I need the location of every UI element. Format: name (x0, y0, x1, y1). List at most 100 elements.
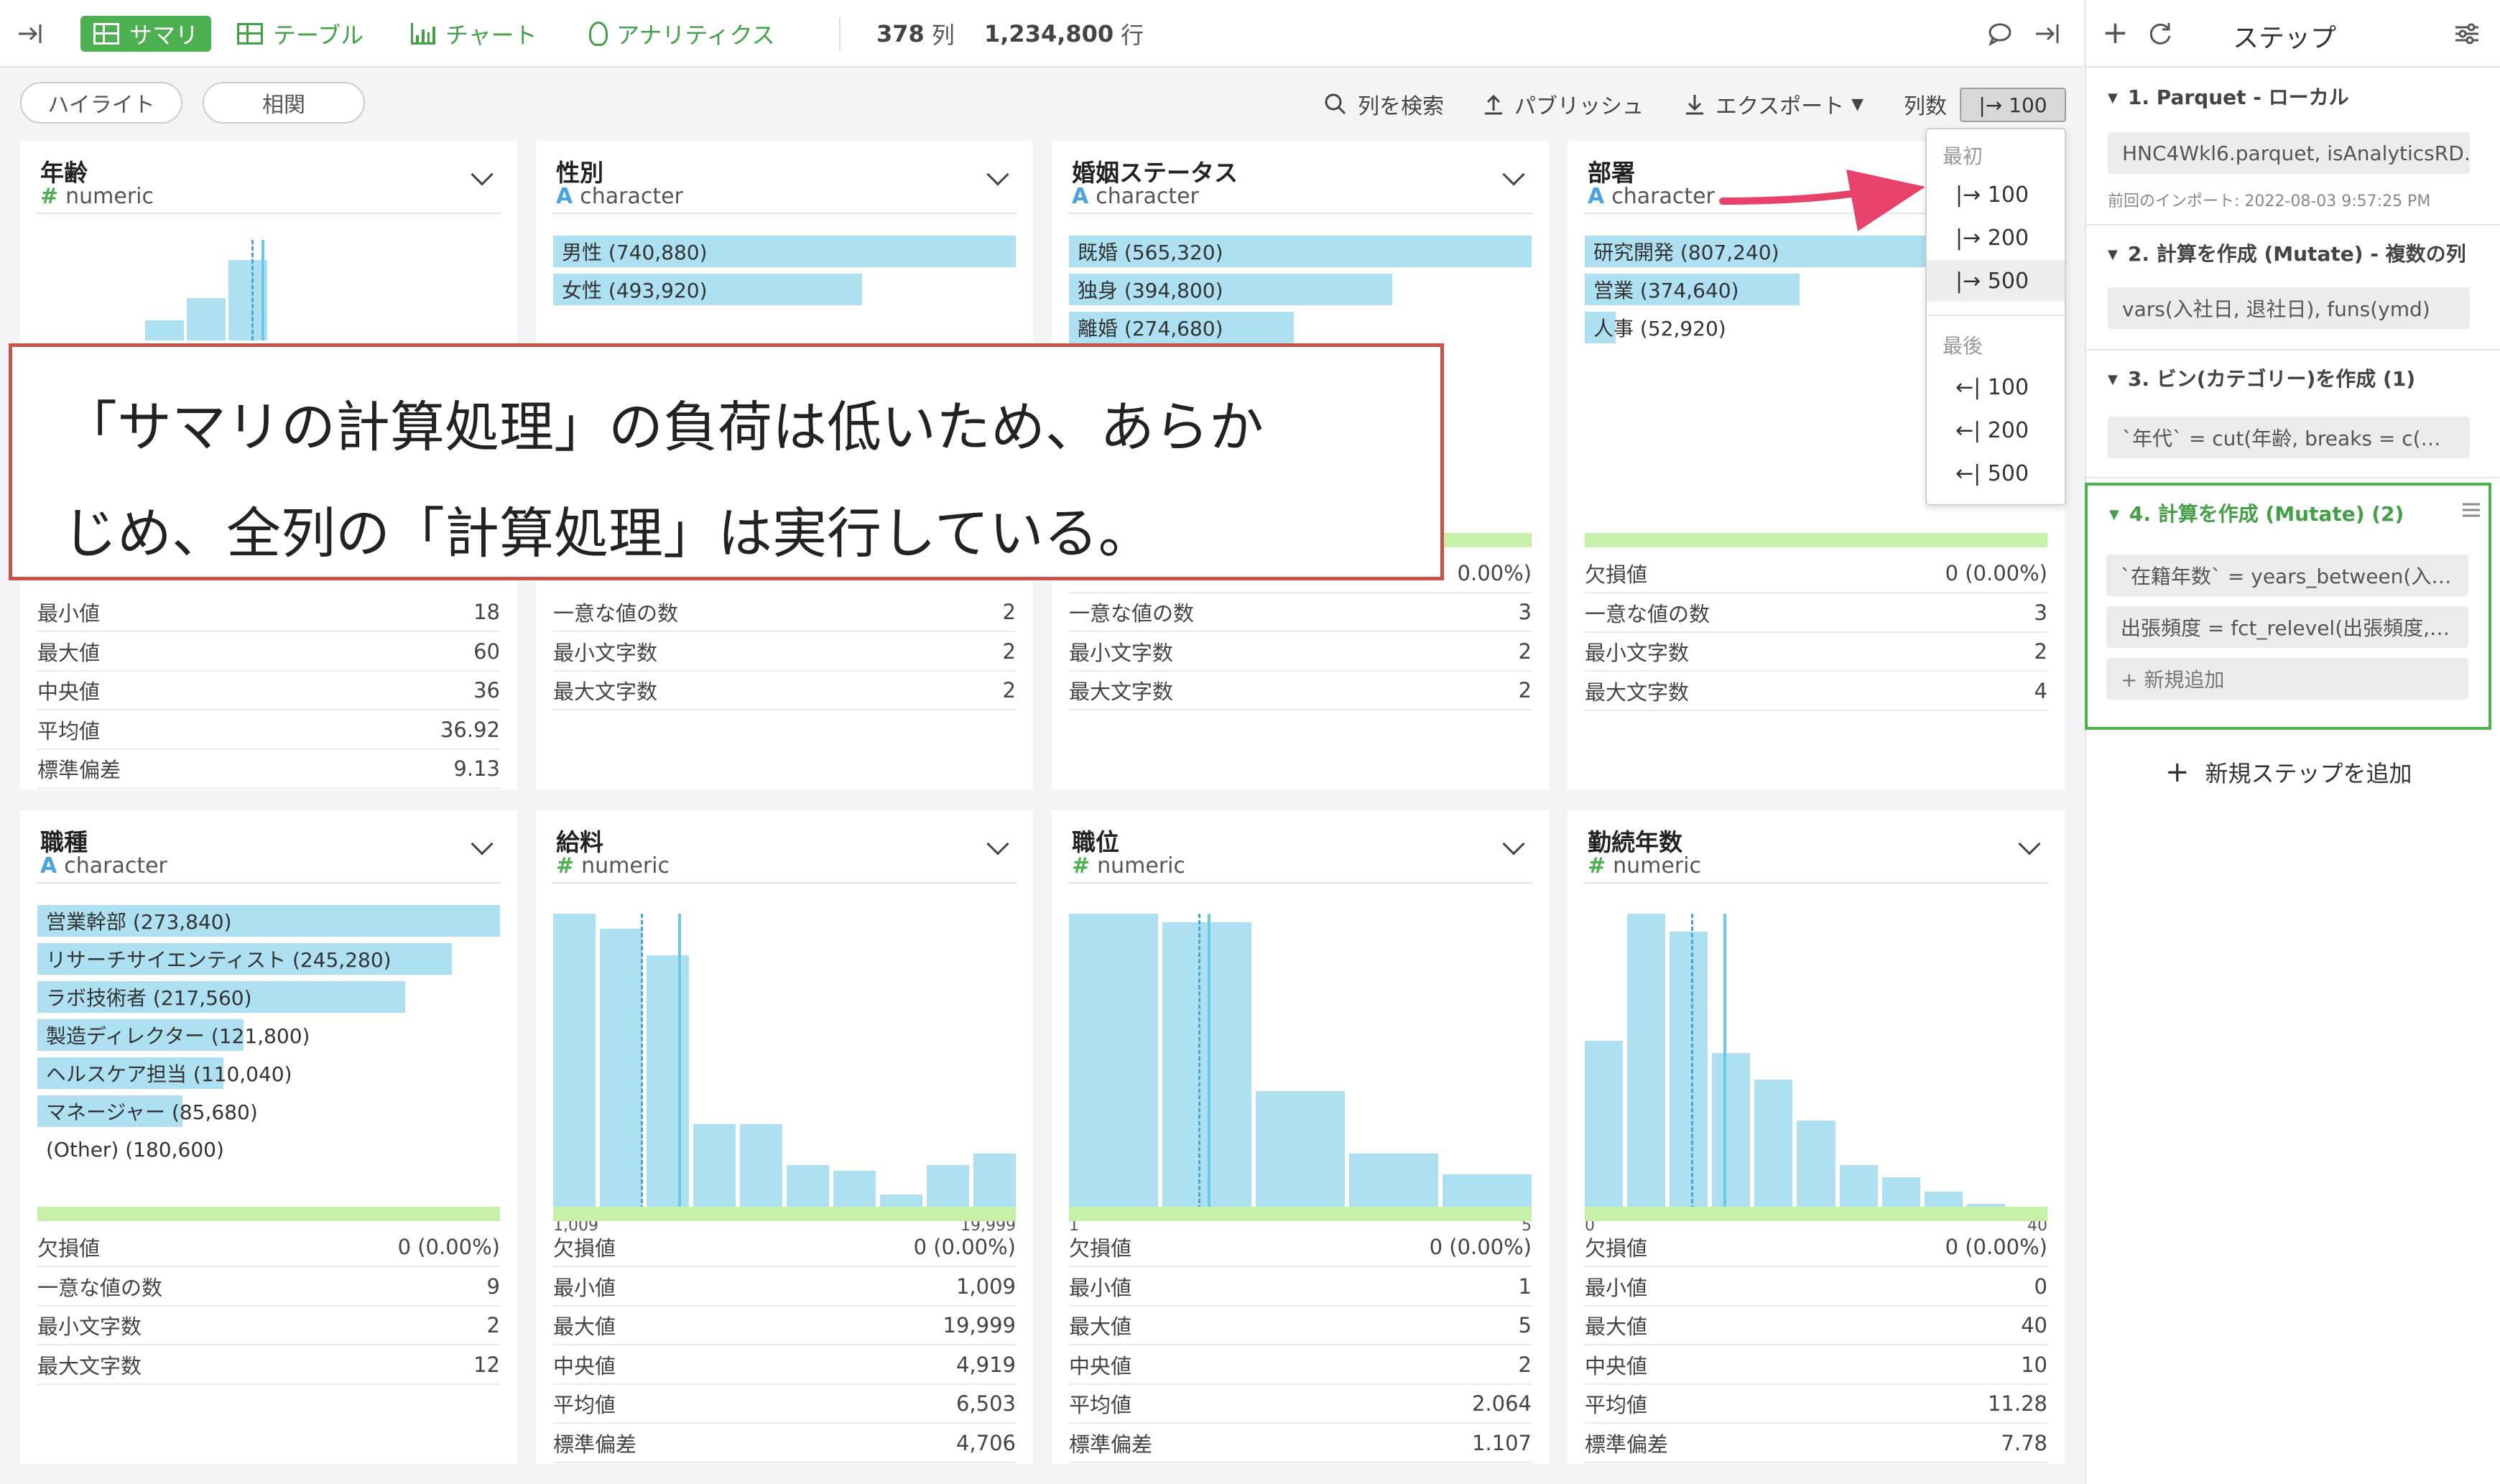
column-title: 部署 (1588, 159, 1635, 187)
chevron-down-icon[interactable] (471, 163, 494, 186)
stat-value: 19,999 (943, 1313, 1016, 1337)
step-3[interactable]: 3. ビン(カテゴリー)を作成 (1) `年代` = cut(年齢, break… (2086, 351, 2500, 478)
stat-row: 最大文字数 2 (1069, 672, 1532, 710)
comment-icon[interactable] (1987, 22, 2013, 47)
collapse-right-icon[interactable] (2033, 22, 2062, 46)
dropdown-header-last: 最後 (1943, 334, 1983, 358)
column-card: 勤続年数 # numeric 0 40 欠損値 0 (0.00%) 最小値 0 最大値 40 中央値 1… (1568, 810, 2065, 1464)
stat-label: 一意な値の数 (1585, 601, 1710, 626)
dropdown-item-last-500[interactable]: ←| 500 (1927, 453, 2065, 494)
histogram (553, 914, 1016, 1210)
stat-label: 平均値 (37, 718, 101, 743)
column-card: 職位 # numeric 1 5 欠損値 0 (0.00%) 最小値 1 最大値 5 中央値 2 平均値 2… (1052, 810, 1549, 1464)
stat-row: 欠損値 0 (0.00%) (1585, 1228, 2047, 1267)
column-type: # numeric (556, 853, 670, 878)
category-bar: 営業幹部 (273,840) (37, 905, 500, 937)
stat-value: 3 (2034, 600, 2047, 625)
median-line (251, 240, 254, 340)
step-3-detail[interactable]: `年代` = cut(年齢, breaks = c(… (2108, 417, 2470, 458)
export-button[interactable]: エクスポート ▼ (1684, 86, 1864, 122)
character-type-icon: A (40, 853, 57, 878)
card-divider (552, 882, 1017, 884)
stat-label: 欠損値 (553, 1236, 616, 1261)
table-icon (237, 23, 263, 45)
tab-summary[interactable]: サマリ (80, 16, 212, 52)
top-bar: サマリ テーブル チャート アナリティクス 378 列 1,234,800 行 (0, 0, 2083, 68)
correlation-button[interactable]: 相関 (203, 82, 365, 124)
chevron-down-icon[interactable] (986, 163, 1009, 186)
highlight-button[interactable]: ハイライト (20, 82, 182, 124)
chevron-down-icon[interactable] (1502, 163, 1525, 186)
step-4-detail-1[interactable]: `在籍年数` = years_between(入… (2106, 555, 2468, 596)
stat-label: 一意な値の数 (37, 1275, 163, 1300)
histogram-bar (1839, 1165, 1878, 1210)
stat-value: 2 (1518, 639, 1532, 664)
stat-value: 36 (473, 678, 500, 702)
histogram-bar (1670, 932, 1708, 1210)
step-4-detail-2[interactable]: 出張頻度 = fct_relevel(出張頻度,… (2106, 606, 2468, 648)
add-icon[interactable]: + (2102, 14, 2129, 51)
chevron-down-icon[interactable] (2018, 833, 2041, 855)
step-4[interactable]: 4. 計算を作成 (Mutate) (2) `在籍年数` = years_bet… (2085, 483, 2491, 730)
stat-label: 平均値 (1585, 1393, 1648, 1417)
step-2[interactable]: 2. 計算を作成 (Mutate) - 複数の列 vars(入社日, 退社日),… (2086, 226, 2500, 351)
column-title: 職位 (1072, 828, 1119, 856)
dropdown-item-first-100[interactable]: |→ 100 (1927, 174, 2065, 215)
stat-row: 平均値 6,503 (553, 1385, 1016, 1424)
histogram-bar (1162, 922, 1251, 1210)
search-columns-button[interactable]: 列を検索 (1323, 86, 1444, 122)
dropdown-item-first-500[interactable]: |→ 500 (1927, 260, 2065, 302)
stat-value: 0.00%) (1457, 561, 1532, 585)
category-bar: 営業 (374,640) (1585, 274, 1800, 305)
stat-value: 4 (2034, 678, 2047, 703)
add-new-button[interactable]: + 新規追加 (2106, 658, 2468, 700)
stat-label: 最小値 (37, 601, 101, 626)
dropdown-item-last-200[interactable]: ←| 200 (1927, 409, 2065, 451)
tab-chart[interactable]: チャート (411, 16, 537, 52)
column-type-label: character (1611, 184, 1715, 209)
column-card: 職種 Acharacter 営業幹部 (273,840) リサーチサイエンティスト (… (20, 810, 517, 1464)
add-step-button[interactable]: + 新規ステップを追加 (2165, 756, 2412, 789)
step-1[interactable]: 1. Parquet - ローカル HNC4Wkl6.parquet, isAn… (2086, 69, 2500, 226)
histogram-bar (1881, 1177, 1920, 1210)
numeric-type-icon: # (1588, 853, 1606, 878)
stat-value: 2 (1002, 678, 1016, 702)
refresh-icon[interactable] (2147, 20, 2174, 47)
steps-panel: + ステップ 1. Parquet - ローカル HNC4Wkl6.parque… (2085, 0, 2500, 1484)
stat-row: 最小値 18 (37, 593, 500, 632)
stat-row: 一意な値の数 9 (37, 1268, 500, 1307)
character-type-icon: A (556, 184, 573, 209)
character-type-icon: A (1588, 184, 1605, 209)
card-divider (1068, 213, 1533, 214)
histogram-bar (553, 914, 596, 1210)
dropdown-item-last-100[interactable]: ←| 100 (1927, 366, 2065, 408)
histogram-bar (1256, 1091, 1345, 1210)
collapse-left-icon[interactable] (16, 22, 45, 46)
stat-value: 4,706 (955, 1430, 1016, 1455)
columns-count-button[interactable]: |→ 100 (1960, 88, 2066, 122)
publish-button[interactable]: パブリッシュ (1483, 86, 1644, 122)
step-2-detail[interactable]: vars(入社日, 退社日), funs(ymd) (2108, 287, 2470, 329)
column-title: 給料 (556, 828, 603, 856)
stat-label: 中央値 (1069, 1353, 1132, 1378)
menu-icon[interactable] (2461, 501, 2481, 519)
stat-label: 最大文字数 (1069, 680, 1174, 704)
step-1-detail[interactable]: HNC4Wkl6.parquet, isAnalyticsRD… (2108, 132, 2470, 174)
histogram-bar (927, 1165, 969, 1210)
chevron-down-icon[interactable] (986, 833, 1009, 855)
tab-table[interactable]: テーブル (237, 16, 364, 52)
stat-label: 欠損値 (1585, 1236, 1648, 1261)
stat-label: 最大値 (1069, 1314, 1132, 1339)
stat-value: 0 (2034, 1274, 2047, 1299)
stat-label: 中央値 (1585, 1353, 1648, 1378)
histogram-bar (1585, 1041, 1624, 1210)
tab-analytics[interactable]: アナリティクス (589, 16, 774, 52)
settings-sliders-icon[interactable] (2453, 22, 2481, 46)
column-type: Acharacter (1588, 184, 1715, 209)
histogram (37, 240, 500, 340)
dropdown-item-first-200[interactable]: |→ 200 (1927, 217, 2065, 259)
chevron-down-icon[interactable] (1502, 833, 1525, 855)
chevron-down-icon[interactable] (471, 833, 494, 855)
stat-row: 最小文字数 2 (1585, 633, 2047, 672)
stat-row: 最大値 60 (37, 633, 500, 672)
